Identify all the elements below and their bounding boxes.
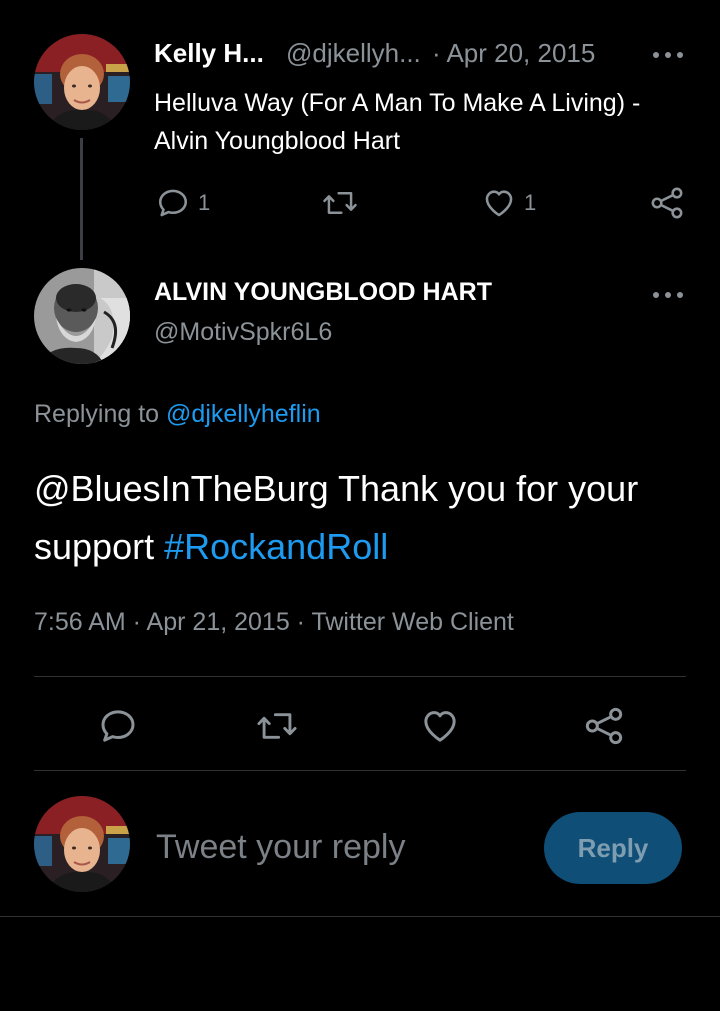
parent-retweet-button[interactable] [322, 186, 358, 220]
share-icon [651, 187, 683, 219]
parent-reply-count: 1 [198, 190, 211, 215]
retweet-icon [257, 713, 297, 739]
parent-like-count: 1 [524, 190, 537, 215]
main-reply-button[interactable] [98, 706, 138, 746]
parent-share-button[interactable] [650, 186, 684, 220]
main-tweet-text: @BluesInTheBurg Thank you for your suppo… [34, 460, 684, 576]
divider-bottom [34, 770, 686, 771]
parent-like-button[interactable]: 1 [482, 186, 536, 220]
heart-icon [485, 190, 513, 217]
replying-to-line: Replying to @djkellyheflin [34, 400, 321, 429]
tweet-reply-input[interactable] [156, 822, 526, 872]
main-share-button[interactable] [584, 706, 624, 746]
main-more-icon[interactable] [650, 288, 686, 300]
parent-author-handle[interactable]: @djkellyh... [286, 38, 421, 69]
divider-top [34, 676, 686, 677]
hashtag-link[interactable]: #RockandRoll [164, 526, 388, 567]
main-author-handle[interactable]: @MotivSpkr6L6 [154, 318, 332, 347]
avatar-kelly[interactable] [34, 34, 130, 130]
parent-more-icon[interactable] [650, 48, 686, 60]
reply-icon [101, 710, 135, 742]
parent-author-name[interactable]: Kelly H... [154, 38, 264, 69]
avatar-alvin[interactable] [34, 268, 130, 364]
parent-reply-button[interactable]: 1 [156, 186, 210, 220]
divider-composer [0, 916, 720, 917]
main-retweet-button[interactable] [256, 706, 298, 746]
main-like-button[interactable] [420, 706, 460, 746]
main-author-name[interactable]: ALVIN YOUNGBLOOD HART [154, 278, 492, 307]
parent-tweet-date[interactable]: · Apr 20, 2015 [432, 38, 595, 69]
reply-button[interactable]: Reply [544, 812, 682, 884]
tweet-timestamp[interactable]: 7:56 AM · Apr 21, 2015 · Twitter Web Cli… [34, 608, 514, 637]
reply-icon [158, 189, 188, 217]
thread-connector-line [80, 138, 83, 260]
replying-prefix: Replying to [34, 400, 160, 428]
parent-tweet-text: Helluva Way (For A Man To Make A Living)… [154, 89, 641, 155]
replying-to-mention-link[interactable]: @djkellyheflin [166, 400, 321, 428]
composer-avatar[interactable] [34, 796, 130, 892]
share-icon [585, 707, 623, 745]
heart-icon [424, 711, 456, 742]
retweet-icon [323, 192, 357, 214]
